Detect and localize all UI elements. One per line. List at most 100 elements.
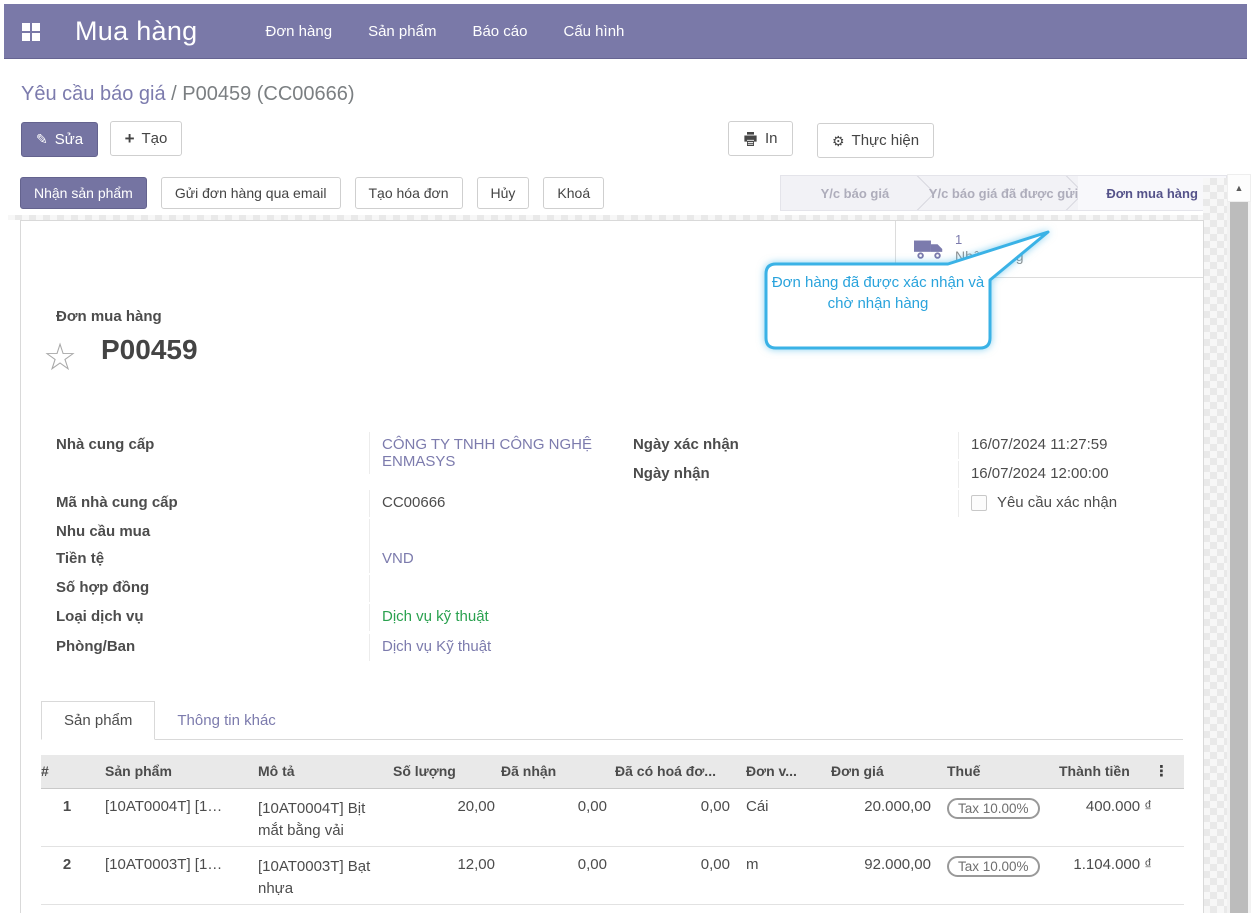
col-header-invoiced[interactable]: Đã có hoá đơ... <box>611 755 738 788</box>
col-header-price[interactable]: Đơn giá <box>831 755 941 788</box>
secondary-actions: In ⚙ Thực hiện <box>728 121 934 158</box>
plus-icon: + <box>125 130 135 147</box>
line-total: 400.000 ₫ <box>1059 788 1154 846</box>
printer-icon <box>743 132 758 146</box>
contract-number-value <box>369 575 613 602</box>
confirm-request-label: Yêu cầu xác nhận <box>997 494 1117 511</box>
field-vendor-code: Mã nhà cung cấp CC00666 <box>56 490 613 519</box>
app-title[interactable]: Mua hàng <box>75 16 198 47</box>
field-confirmation-date: Ngày xác nhận 16/07/2024 11:27:59 <box>633 432 1175 461</box>
status-step-rfq[interactable]: Y/c báo giá <box>781 176 929 210</box>
field-contract-number: Số hợp đồng <box>56 575 613 604</box>
service-type-value[interactable]: Dịch vụ kỹ thuật <box>369 604 613 631</box>
field-service-type: Loại dịch vụ Dịch vụ kỹ thuật <box>56 604 613 634</box>
line-desc: [10AT0004T] Bịt mắt bằng vải <box>246 788 393 846</box>
title-block: Đơn mua hàng P00459 ☆ <box>21 221 1203 366</box>
create-button[interactable]: + Tạo <box>110 121 183 156</box>
col-header-uom[interactable]: Đơn v... <box>738 755 831 788</box>
favorite-star-icon[interactable]: ☆ <box>43 339 77 377</box>
field-purchase-demand: Nhu cầu mua <box>56 519 613 546</box>
table-row[interactable]: 1 [10AT0004T] [1… [10AT0004T] Bịt mắt bằ… <box>41 788 1184 846</box>
col-header-product[interactable]: Sản phẩm <box>93 755 246 788</box>
line-product[interactable]: [10AT0003T] [1… <box>93 846 246 904</box>
col-header-total[interactable]: Thành tiền <box>1059 755 1154 788</box>
department-link[interactable]: Dịch vụ Kỹ thuật <box>369 634 613 661</box>
status-pipeline: Y/c báo giá Y/c báo giá đã được gửi Đơn … <box>780 175 1227 211</box>
cancel-button[interactable]: Hủy <box>477 177 530 209</box>
scrollbar-thumb[interactable] <box>1230 202 1248 913</box>
receive-products-button[interactable]: Nhận sản phẩm <box>20 177 147 209</box>
tab-products[interactable]: Sản phẩm <box>41 701 155 740</box>
breadcrumb-parent-link[interactable]: Yêu cầu báo giá <box>21 83 166 105</box>
line-index: 2 <box>41 846 93 904</box>
line-price: 92.000,00 <box>831 846 941 904</box>
breadcrumb: Yêu cầu báo giá / P00459 (CC00666) <box>0 59 1251 106</box>
scroll-up-icon: ▲ <box>1235 183 1244 193</box>
line-invoiced: 0,00 <box>611 788 738 846</box>
control-panel: ✎ Sửa + Tạo In ⚙ Thực hiện <box>21 121 1251 158</box>
line-product[interactable]: [10AT0004T] [1… <box>93 788 246 846</box>
col-header-tax[interactable]: Thuế <box>941 755 1059 788</box>
tab-other-info[interactable]: Thông tin khác <box>155 702 297 739</box>
action-button[interactable]: ⚙ Thực hiện <box>817 123 934 158</box>
line-uom: m <box>738 846 831 904</box>
field-vendor: Nhà cung cấp CÔNG TY TNHH CÔNG NGHỆ ENMA… <box>56 432 613 490</box>
column-options-icon[interactable]: ⋮ <box>1154 763 1169 780</box>
field-groups: Nhà cung cấp CÔNG TY TNHH CÔNG NGHỆ ENMA… <box>21 432 1203 664</box>
line-received: 0,00 <box>501 846 611 904</box>
background-pattern-column <box>1203 178 1227 913</box>
line-index: 1 <box>41 788 93 846</box>
col-header-received[interactable]: Đã nhận <box>501 755 611 788</box>
create-invoice-button[interactable]: Tạo hóa đơn <box>355 177 463 209</box>
breadcrumb-current: P00459 (CC00666) <box>182 83 354 105</box>
field-receipt-date: Ngày nhận 16/07/2024 12:00:00 <box>633 461 1175 490</box>
lock-button[interactable]: Khoá <box>543 177 604 209</box>
vertical-scrollbar[interactable]: ▲ <box>1227 174 1251 913</box>
field-group-left: Nhà cung cấp CÔNG TY TNHH CÔNG NGHỆ ENMA… <box>56 432 613 664</box>
vendor-link[interactable]: CÔNG TY TNHH CÔNG NGHỆ ENMASYS <box>369 432 613 474</box>
print-button[interactable]: In <box>728 121 793 156</box>
line-qty: 20,00 <box>393 788 501 846</box>
confirmation-date-value: 16/07/2024 11:27:59 <box>958 432 1175 459</box>
line-invoiced: 0,00 <box>611 846 738 904</box>
field-confirm-request: Yêu cầu xác nhận <box>633 490 1175 519</box>
menu-item-orders[interactable]: Đơn hàng <box>260 17 339 46</box>
scroll-up-button[interactable]: ▲ <box>1227 174 1251 202</box>
apps-grid-icon[interactable] <box>22 23 39 40</box>
document-type-label: Đơn mua hàng <box>56 308 1203 325</box>
line-received: 0,00 <box>501 788 611 846</box>
status-step-rfq-sent[interactable]: Y/c báo giá đã được gửi <box>929 176 1078 210</box>
menu-item-products[interactable]: Sản phẩm <box>362 17 442 46</box>
field-department: Phòng/Ban Dịch vụ Kỹ thuật <box>56 634 613 664</box>
col-header-index[interactable]: # <box>41 755 93 788</box>
line-desc: [10AT0003T] Bạt nhựa <box>246 846 393 904</box>
statusbar: Nhận sản phẩm Gửi đơn hàng qua email Tạo… <box>0 175 1251 211</box>
order-lines-table: # Sản phẩm Mô tả Số lượng Đã nhận Đã có … <box>41 755 1184 905</box>
table-header-row: # Sản phẩm Mô tả Số lượng Đã nhận Đã có … <box>41 755 1184 788</box>
main-menu: Đơn hàng Sản phẩm Báo cáo Cấu hình <box>260 17 631 46</box>
tax-badge: Tax 10.00% <box>947 798 1040 819</box>
tax-badge: Tax 10.00% <box>947 856 1040 877</box>
line-total: 1.104.000 ₫ <box>1059 846 1154 904</box>
table-row[interactable]: 2 [10AT0003T] [1… [10AT0003T] Bạt nhựa 1… <box>41 846 1184 904</box>
purchase-demand-value <box>369 519 613 546</box>
col-header-desc[interactable]: Mô tả <box>246 755 393 788</box>
col-header-qty[interactable]: Số lượng <box>393 755 501 788</box>
receipt-date-value: 16/07/2024 12:00:00 <box>958 461 1175 488</box>
line-qty: 12,00 <box>393 846 501 904</box>
pencil-icon: ✎ <box>36 132 48 146</box>
gear-icon: ⚙ <box>832 134 845 148</box>
form-sheet: 1 Nhận hàng Đơn mua hàng P00459 ☆ Nhà cu… <box>20 220 1204 913</box>
page-title: P00459 <box>101 334 1203 366</box>
send-by-email-button[interactable]: Gửi đơn hàng qua email <box>161 177 341 209</box>
line-uom: Cái <box>738 788 831 846</box>
menu-item-config[interactable]: Cấu hình <box>558 17 631 46</box>
top-navbar: Mua hàng Đơn hàng Sản phẩm Báo cáo Cấu h… <box>4 4 1247 59</box>
edit-button[interactable]: ✎ Sửa <box>21 122 98 157</box>
field-group-right: Ngày xác nhận 16/07/2024 11:27:59 Ngày n… <box>633 432 1175 664</box>
menu-item-reports[interactable]: Báo cáo <box>466 17 533 46</box>
confirm-request-checkbox[interactable] <box>971 495 987 511</box>
vendor-code-value: CC00666 <box>369 490 613 517</box>
currency-link[interactable]: VND <box>369 546 613 573</box>
field-currency: Tiền tệ VND <box>56 546 613 575</box>
